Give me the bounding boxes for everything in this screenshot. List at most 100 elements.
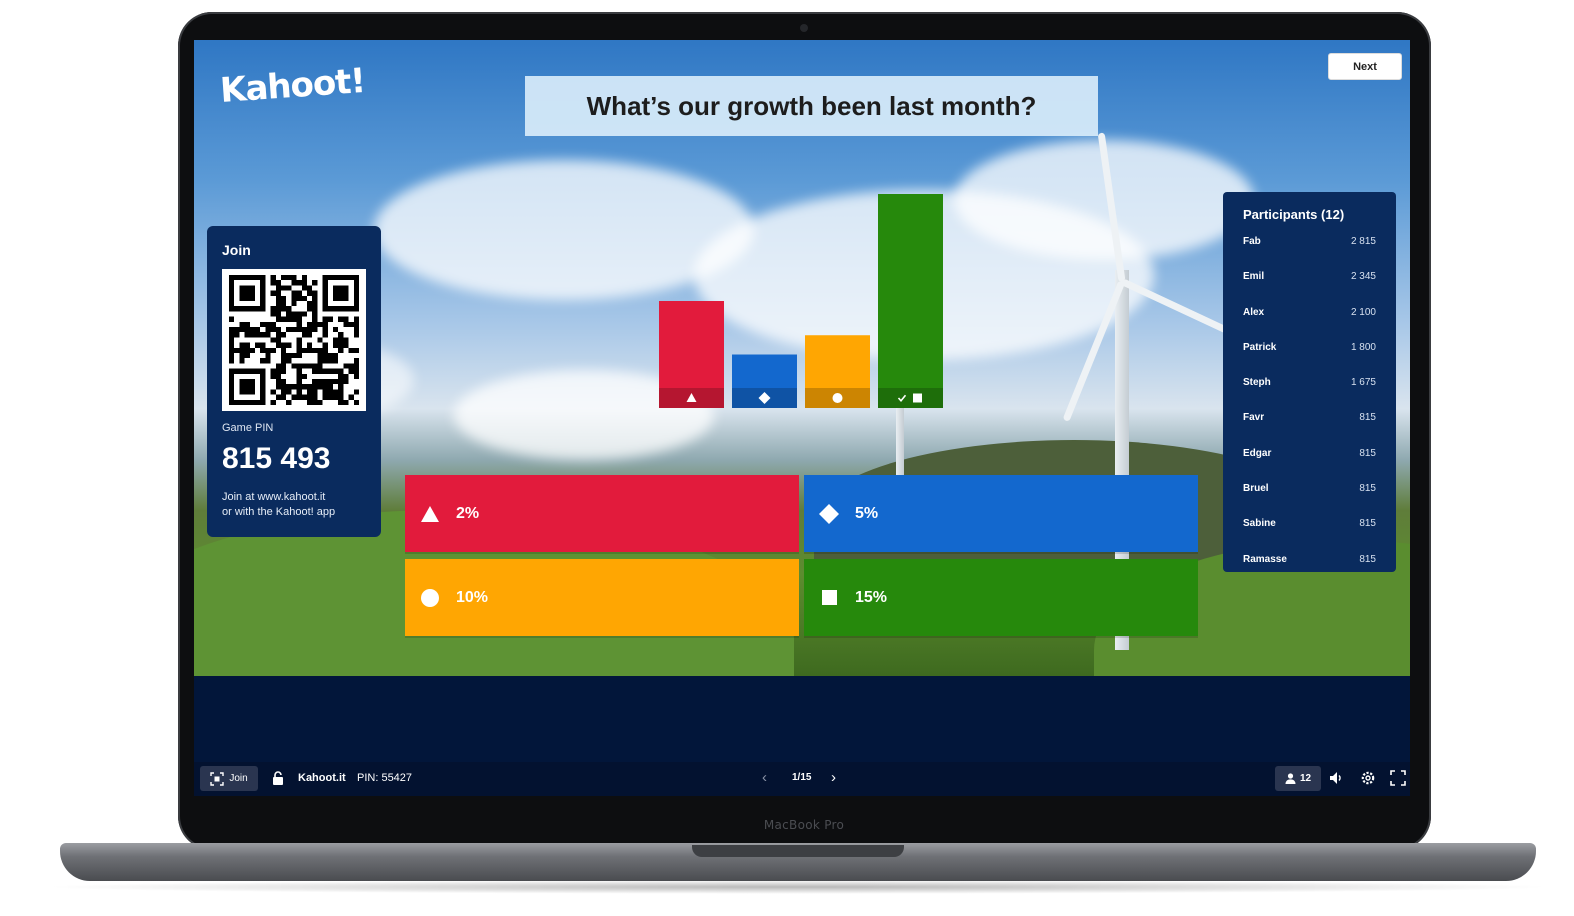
qr-module — [281, 353, 287, 359]
result-bar-footer — [878, 388, 943, 408]
qr-module — [281, 295, 287, 301]
qr-module — [301, 311, 307, 317]
qr-module — [244, 342, 250, 348]
qr-module — [239, 358, 245, 364]
device-model-label: MacBook Pro — [763, 818, 845, 832]
qr-module — [307, 363, 313, 369]
participant-score: 815 — [1359, 447, 1376, 459]
answer-tile-yellow[interactable]: 10% — [405, 559, 799, 636]
qr-module — [270, 327, 276, 333]
join-title: Join — [222, 242, 251, 258]
qr-module — [307, 384, 313, 390]
chevron-left-icon[interactable]: ‹ — [762, 769, 767, 786]
qr-module — [353, 321, 359, 327]
participant-score: 815 — [1359, 518, 1376, 530]
qr-finder-module — [333, 285, 349, 301]
qr-module — [312, 389, 318, 395]
qr-module — [333, 353, 339, 359]
results-chart-svg — [659, 194, 943, 408]
kahoot-url: Kahoot.it — [298, 772, 346, 784]
qr-code[interactable] — [222, 269, 366, 411]
players-button[interactable]: 12 — [1275, 766, 1321, 791]
qr-module — [322, 389, 328, 395]
qr-module — [281, 379, 287, 385]
qr-module — [317, 353, 323, 359]
qr-module — [338, 394, 344, 400]
qr-module — [275, 368, 281, 374]
qr-module — [239, 327, 245, 333]
participant-score: 1 800 — [1350, 341, 1376, 353]
qr-module — [270, 399, 276, 405]
qr-module — [291, 295, 297, 301]
settings-icon[interactable] — [1360, 770, 1376, 786]
qr-module — [301, 373, 307, 379]
results-chart — [659, 190, 949, 412]
qr-module — [270, 347, 276, 353]
qr-module — [296, 347, 302, 353]
participant-name: Steph — [1243, 377, 1271, 389]
qr-module — [260, 321, 266, 327]
qr-module — [312, 321, 318, 327]
answer-label: 15% — [855, 588, 888, 606]
qr-module — [286, 389, 292, 395]
qr-module — [255, 327, 261, 333]
qr-module — [281, 368, 287, 374]
qr-module — [322, 379, 328, 385]
qr-module — [327, 316, 333, 322]
qr-module — [338, 332, 344, 338]
qr-module — [312, 399, 318, 405]
qr-module — [270, 290, 276, 296]
qr-module — [291, 363, 297, 369]
qr-module — [244, 332, 250, 338]
join-button[interactable]: Join — [200, 766, 258, 791]
qr-module — [353, 327, 359, 333]
qr-module — [307, 290, 313, 296]
qr-module — [275, 316, 281, 322]
qr-module — [353, 347, 359, 353]
qr-module — [291, 327, 297, 333]
qr-module — [327, 353, 333, 359]
qr-module — [338, 384, 344, 390]
qr-module — [296, 280, 302, 286]
qr-module — [286, 306, 292, 312]
qr-module — [317, 358, 323, 364]
qr-module — [301, 285, 307, 291]
participant-name: Edgar — [1243, 447, 1272, 459]
qr-module — [244, 321, 250, 327]
qr-module — [291, 394, 297, 400]
qr-module — [343, 379, 349, 385]
join-instructions-line: Join at www.kahoot.it — [222, 491, 326, 503]
qr-module — [338, 373, 344, 379]
qr-module — [296, 379, 302, 385]
qr-module — [281, 389, 287, 395]
qr-module — [312, 384, 318, 390]
answer-label: 5% — [855, 504, 879, 522]
qr-module — [260, 347, 266, 353]
answer-tile-blue[interactable]: 5% — [804, 475, 1198, 552]
qr-module — [286, 399, 292, 405]
chevron-right-icon[interactable]: › — [831, 769, 836, 786]
answer-tile-green[interactable]: 15% — [804, 559, 1198, 636]
fullscreen-icon[interactable] — [1390, 770, 1406, 786]
qr-module — [281, 316, 287, 322]
qr-module — [275, 342, 281, 348]
qr-module — [312, 280, 318, 286]
qr-module — [343, 342, 349, 348]
qr-module — [353, 399, 359, 405]
qr-module — [291, 290, 297, 296]
qr-module — [270, 311, 276, 317]
qr-module — [317, 337, 323, 343]
qr-module — [234, 347, 240, 353]
qr-module — [322, 316, 328, 322]
volume-icon[interactable] — [1328, 770, 1344, 786]
qr-module — [281, 285, 287, 291]
join-instructions-line: or with the Kahoot! app — [222, 506, 336, 518]
answer-tile-red[interactable]: 2% — [405, 475, 799, 552]
next-button[interactable]: Next — [1328, 53, 1402, 80]
qr-module — [275, 363, 281, 369]
qr-module — [322, 327, 328, 333]
lock-icon[interactable] — [272, 770, 284, 786]
qr-module — [296, 389, 302, 395]
qr-module — [265, 347, 271, 353]
qr-module — [229, 332, 235, 338]
